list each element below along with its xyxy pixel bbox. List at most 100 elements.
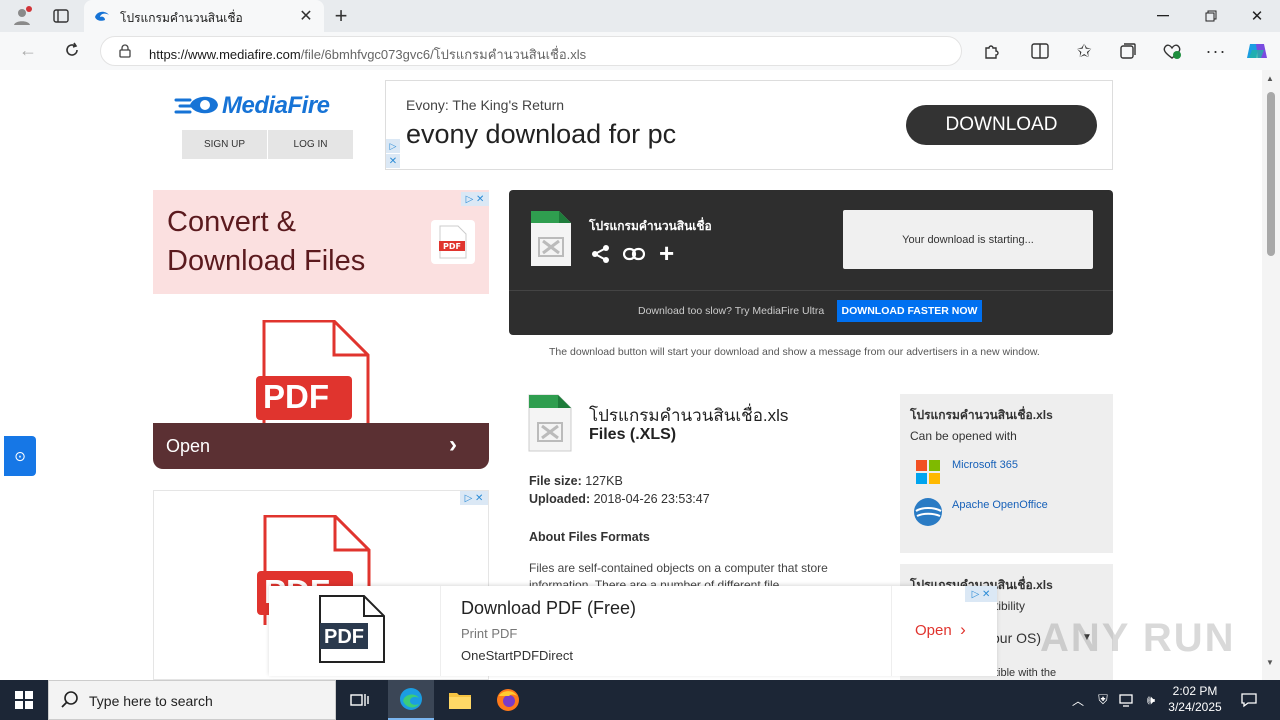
- network-icon[interactable]: [1116, 680, 1138, 720]
- big-pdf-label: PDF: [263, 378, 329, 415]
- firefox-icon[interactable]: [486, 680, 530, 720]
- top-ad-small-text: Evony: The King's Return: [406, 97, 565, 113]
- restore-icon[interactable]: [1196, 4, 1226, 28]
- download-slow-text: Download too slow? Try MediaFire Ultra: [638, 305, 825, 317]
- window-close-icon[interactable]: ✕: [1242, 4, 1272, 28]
- ad-choices-icon[interactable]: ▷ ✕: [465, 493, 484, 504]
- uploaded-row: Uploaded: 2018-04-26 23:53:47: [529, 492, 710, 506]
- search-icon: [61, 691, 79, 714]
- bottom-ad-choices[interactable]: ▷ ✕: [965, 586, 997, 602]
- about-heading: About Files Formats: [529, 530, 650, 544]
- scroll-thumb[interactable]: [1267, 92, 1275, 256]
- top-ad-download-button[interactable]: DOWNLOAD: [906, 105, 1097, 145]
- url-host: https://www.mediafire.com: [149, 47, 301, 62]
- profile-icon[interactable]: [10, 5, 34, 27]
- bottom-ad-brand: OneStartPDFDirect: [461, 648, 573, 663]
- ad-choices-icon[interactable]: ▷: [386, 139, 400, 153]
- ad-close-icon[interactable]: ✕: [386, 154, 400, 168]
- os-select-value: our OS): [992, 630, 1042, 646]
- minimize-icon[interactable]: [1148, 4, 1178, 28]
- bottom-ad-title: Download PDF (Free): [461, 598, 637, 618]
- copy-link-icon[interactable]: [622, 246, 646, 267]
- download-faster-button[interactable]: DOWNLOAD FASTER NOW: [837, 300, 982, 322]
- log-in-button[interactable]: LOG IN: [268, 130, 353, 159]
- browser-essentials-icon[interactable]: [1160, 39, 1184, 63]
- target-icon: ⊙: [14, 447, 26, 464]
- openoffice-icon: [913, 497, 943, 532]
- download-file-name: โปรแกรมคำนวนสินเชื่อ: [589, 219, 712, 233]
- app-microsoft-365[interactable]: Microsoft 365: [952, 459, 1018, 471]
- task-view-icon[interactable]: [340, 680, 380, 720]
- logo-text: MediaFire: [222, 92, 330, 119]
- open-with-subtitle: Can be opened with: [910, 429, 1017, 443]
- clock-time: 2:02 PM: [1172, 684, 1218, 698]
- xls-file-icon: [531, 211, 571, 266]
- windows-taskbar: Type here to search ︿ ⛨ 🕪 2:02 PM 3/24/2…: [0, 680, 1280, 720]
- microsoft-icon: [915, 459, 941, 490]
- file-explorer-icon[interactable]: [438, 680, 482, 720]
- app-apache-openoffice[interactable]: Apache OpenOffice: [952, 499, 1048, 511]
- scroll-up-icon[interactable]: ▲: [1266, 74, 1274, 83]
- chevron-right-icon: ›: [960, 620, 966, 639]
- open-with-panel: โปรแกรมคำนวนสินเชื่อ.xls Can be opened w…: [900, 394, 1113, 553]
- side-ad-header: Convert & Download Files PDF: [153, 190, 489, 294]
- floating-tool-button[interactable]: ⊙: [4, 436, 36, 476]
- extensions-icon[interactable]: [980, 39, 1004, 63]
- clock[interactable]: 2:02 PM 3/24/2025: [1166, 683, 1224, 719]
- top-ad-banner[interactable]: Evony: The King's Return evony download …: [385, 80, 1113, 170]
- side-ad2-choices[interactable]: ▷ ✕: [460, 491, 488, 505]
- svg-text:PDF: PDF: [443, 242, 461, 251]
- compat-line1: tibility: [995, 599, 1026, 613]
- download-notice: The download button will start your down…: [549, 346, 1040, 358]
- side-ad-choices[interactable]: ▷ ✕: [461, 192, 489, 206]
- file-type-heading: Files (.XLS): [589, 426, 677, 443]
- side-ad-convert[interactable]: Convert & Download Files PDF ▷ ✕ PDF Ope…: [153, 190, 489, 469]
- side-ad-open-bar[interactable]: Open ›: [153, 423, 489, 469]
- file-size-value: 127KB: [585, 474, 623, 488]
- address-bar[interactable]: https://www.mediafire.com/file/6bmhfvgc0…: [100, 36, 962, 66]
- edge-tab-favicon: [94, 8, 110, 29]
- web-page: MediaFire SIGN UP LOG IN Evony: The King…: [4, 70, 1262, 680]
- notifications-icon[interactable]: [1234, 680, 1264, 720]
- new-tab-icon[interactable]: +: [330, 3, 352, 28]
- favorites-icon[interactable]: ✩: [1072, 39, 1096, 63]
- security-tray-icon[interactable]: ⛨: [1092, 680, 1114, 720]
- add-icon[interactable]: +: [659, 238, 674, 269]
- back-icon[interactable]: ←: [16, 38, 40, 62]
- scroll-down-icon[interactable]: ▼: [1266, 658, 1274, 667]
- vertical-scrollbar[interactable]: ▲ ▼: [1262, 70, 1280, 680]
- bottom-ad-banner[interactable]: PDF Download PDF (Free) Print PDF OneSta…: [269, 586, 997, 676]
- refresh-icon[interactable]: [60, 38, 84, 62]
- close-tab-icon[interactable]: ✕: [298, 8, 314, 25]
- download-status-panel: Your download is starting...: [843, 210, 1093, 269]
- volume-icon[interactable]: 🕪: [1140, 680, 1162, 720]
- copilot-icon[interactable]: [1244, 38, 1270, 64]
- taskbar-search-box[interactable]: Type here to search: [48, 680, 336, 720]
- collections-icon[interactable]: [1116, 39, 1140, 63]
- uploaded-label: Uploaded:: [529, 492, 591, 506]
- compat-line2: tible with the: [995, 667, 1057, 679]
- show-hidden-icons[interactable]: ︿: [1068, 680, 1088, 720]
- tab-title: โปรแกรมคำนวนสินเชื่อ: [120, 11, 243, 25]
- tab-strip: โปรแกรมคำนวนสินเชื่อ ✕ + ✕: [0, 0, 1280, 32]
- share-icon[interactable]: [591, 244, 611, 269]
- sign-up-button[interactable]: SIGN UP: [182, 130, 267, 159]
- xls-file-icon-large: [528, 394, 572, 452]
- side-ad-line1: Convert &: [167, 206, 296, 238]
- more-icon[interactable]: ···: [1204, 39, 1228, 63]
- tab-actions-icon[interactable]: [50, 6, 72, 26]
- url-path: /file/6bmhfvgc073gvc6/โปรแกรมคำนวนสินเชื…: [300, 47, 587, 62]
- lock-icon[interactable]: [119, 44, 131, 63]
- bottom-ad-open-button[interactable]: Open ›: [915, 620, 985, 642]
- mediafire-flame-icon: [174, 96, 218, 114]
- clock-date: 3/24/2025: [1168, 700, 1222, 714]
- edge-taskbar-icon[interactable]: [388, 680, 434, 720]
- windows-start-icon[interactable]: [0, 680, 48, 720]
- bottom-ad-open-label: Open: [915, 622, 952, 639]
- ad-choices-icon[interactable]: ▷ ✕: [466, 194, 485, 205]
- search-placeholder: Type here to search: [89, 693, 213, 709]
- active-tab[interactable]: โปรแกรมคำนวนสินเชื่อ ✕: [84, 0, 324, 32]
- split-screen-icon[interactable]: [1028, 39, 1052, 63]
- mediafire-logo[interactable]: MediaFire: [174, 90, 354, 120]
- ad-choices-icon[interactable]: ▷ ✕: [972, 589, 991, 600]
